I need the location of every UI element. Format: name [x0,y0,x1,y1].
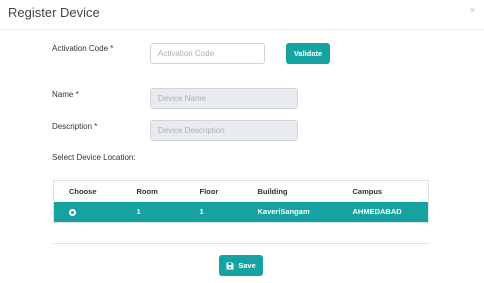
device-name-input[interactable] [150,88,298,109]
column-header-choose: Choose [69,186,97,196]
column-header-room: Room [136,186,158,196]
building-cell: KaveriSangam [257,207,310,217]
device-location-label: Select Device Location: [52,153,136,162]
footer-divider [53,243,429,244]
dialog-header: Register Device × [0,0,484,30]
choose-cell [54,202,122,223]
location-radio[interactable] [69,208,76,216]
device-description-input[interactable] [150,120,298,141]
activation-code-label: Activation Code * [52,44,114,53]
floor-cell: 1 [199,207,204,217]
close-icon[interactable]: × [470,5,475,15]
column-header-campus: Campus [352,186,383,196]
column-header-floor: Floor [199,186,219,196]
validate-button[interactable]: Validate [286,43,330,64]
table-header-row: Choose Room Floor Building Campus [54,181,429,202]
register-device-dialog: Register Device × Activation Code * Vali… [0,0,484,283]
room-cell: 1 [136,207,141,217]
table-row[interactable]: 1 1 KaveriSangam AHMEDABAD [53,201,429,223]
save-button-label: Save [238,261,256,270]
campus-cell: AHMEDABAD [352,207,402,217]
activation-code-input[interactable] [150,43,265,64]
column-header-building: Building [257,186,288,196]
floppy-disk-icon [226,262,234,269]
dialog-title: Register Device [8,5,100,20]
location-table: Choose Room Floor Building Campus 1 1 Ka… [53,180,429,223]
description-label: Description * [52,122,98,131]
save-button[interactable]: Save [219,255,263,276]
name-label: Name * [52,90,79,99]
